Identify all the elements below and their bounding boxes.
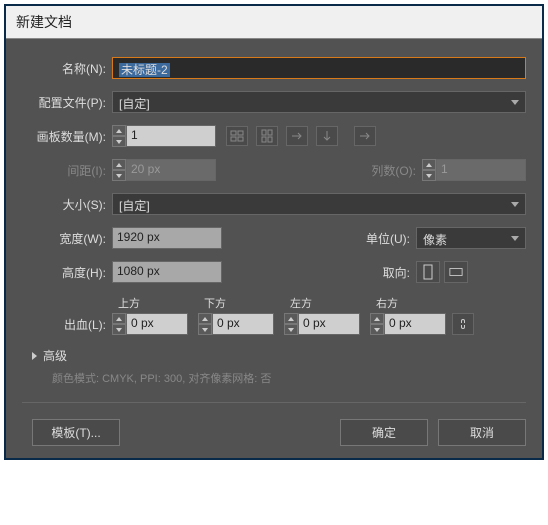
profile-label: 配置文件(P): [22, 94, 112, 111]
orientation-label: 取向: [346, 264, 416, 281]
bleed-bottom-input[interactable]: 0 px [212, 313, 274, 335]
stepper-up-icon[interactable] [370, 313, 384, 324]
artboards-input[interactable]: 1 [126, 125, 216, 147]
landscape-button[interactable] [444, 261, 468, 283]
bleed-left-input[interactable]: 0 px [298, 313, 360, 335]
color-mode-info: 颜色模式: CMYK, PPI: 300, 对齐像素网格: 否 [52, 370, 526, 386]
bleed-left-label: 左方 [290, 295, 376, 311]
stepper-up-icon[interactable] [198, 313, 212, 324]
width-input[interactable]: 1920 px [112, 227, 222, 249]
stepper-down-icon[interactable] [112, 324, 126, 335]
height-input[interactable]: 1080 px [112, 261, 222, 283]
portrait-button[interactable] [416, 261, 440, 283]
bleed-top-stepper[interactable]: 0 px [112, 313, 188, 335]
width-label: 宽度(W): [22, 230, 112, 247]
bleed-top-label: 上方 [118, 295, 204, 311]
name-label: 名称(N): [22, 60, 112, 77]
spacing-label: 间距(I): [22, 162, 112, 179]
grid-by-column-icon[interactable] [256, 126, 278, 146]
bleed-bottom-label: 下方 [204, 295, 290, 311]
stepper-up-icon[interactable] [284, 313, 298, 324]
columns-stepper: 1 [422, 159, 526, 181]
arrange-right-icon[interactable] [354, 126, 376, 146]
arrange-row-icon[interactable] [286, 126, 308, 146]
spacing-stepper: 20 px [112, 159, 216, 181]
bleed-bottom-stepper[interactable]: 0 px [198, 313, 274, 335]
height-label: 高度(H): [22, 264, 112, 281]
stepper-down-icon [112, 170, 126, 181]
name-input[interactable]: 未标题-2 [112, 57, 526, 79]
columns-label: 列数(O): [352, 162, 422, 179]
stepper-down-icon[interactable] [198, 324, 212, 335]
bleed-label: 出血(L): [22, 316, 112, 333]
stepper-down-icon[interactable] [370, 324, 384, 335]
artboards-stepper[interactable]: 1 [112, 125, 216, 147]
advanced-toggle[interactable]: 高级 [32, 347, 526, 364]
stepper-up-icon[interactable] [112, 125, 126, 136]
link-icon[interactable] [452, 313, 474, 335]
bleed-top-input[interactable]: 0 px [126, 313, 188, 335]
cancel-button[interactable]: 取消 [438, 419, 526, 446]
bleed-right-label: 右方 [376, 295, 462, 311]
stepper-up-icon[interactable] [112, 313, 126, 324]
ok-button[interactable]: 确定 [340, 419, 428, 446]
artboards-label: 画板数量(M): [22, 128, 112, 145]
bleed-right-input[interactable]: 0 px [384, 313, 446, 335]
stepper-down-icon[interactable] [112, 136, 126, 147]
columns-input: 1 [436, 159, 526, 181]
size-dropdown[interactable]: [自定] [112, 193, 526, 215]
stepper-down-icon[interactable] [284, 324, 298, 335]
new-document-dialog: 新建文档 名称(N): 未标题-2 配置文件(P): [自定] 画板数量(M):… [4, 4, 544, 460]
templates-button[interactable]: 模板(T)... [32, 419, 120, 446]
divider [22, 402, 526, 403]
profile-dropdown[interactable]: [自定] [112, 91, 526, 113]
units-dropdown[interactable]: 像素 [416, 227, 526, 249]
stepper-up-icon [112, 159, 126, 170]
bleed-right-stepper[interactable]: 0 px [370, 313, 446, 335]
spacing-input: 20 px [126, 159, 216, 181]
arrange-column-icon[interactable] [316, 126, 338, 146]
dialog-title: 新建文档 [6, 6, 542, 39]
size-label: 大小(S): [22, 196, 112, 213]
units-label: 单位(U): [346, 230, 416, 247]
stepper-up-icon [422, 159, 436, 170]
grid-by-row-icon[interactable] [226, 126, 248, 146]
stepper-down-icon [422, 170, 436, 181]
bleed-left-stepper[interactable]: 0 px [284, 313, 360, 335]
